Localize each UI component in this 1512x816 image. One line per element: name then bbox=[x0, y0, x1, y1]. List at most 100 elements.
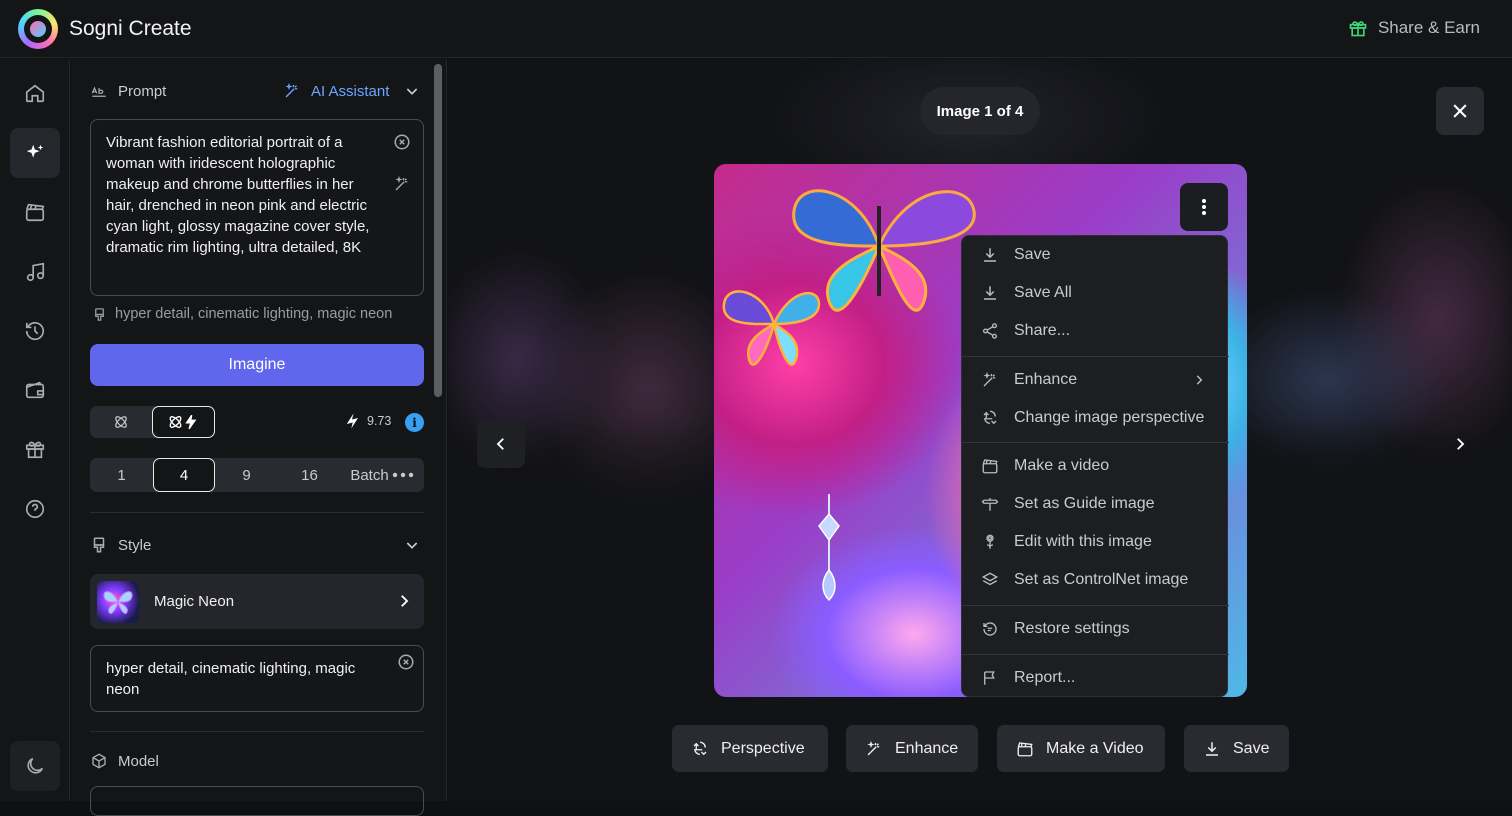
menu-item-label: Report... bbox=[1014, 669, 1076, 686]
history-nav[interactable] bbox=[10, 306, 60, 356]
make-video-label: Make a Video bbox=[1046, 739, 1144, 757]
moon-icon bbox=[27, 757, 44, 774]
text-ab-icon bbox=[91, 86, 106, 97]
prompt-label: Prompt bbox=[118, 82, 167, 100]
atom-bolt-icon bbox=[169, 414, 196, 430]
menu-item-make-video[interactable]: Make a video bbox=[962, 447, 1229, 485]
count-option-9[interactable]: 9 bbox=[215, 458, 278, 492]
ai-assistant-button[interactable]: AI Assistant bbox=[283, 82, 389, 100]
menu-divider bbox=[962, 605, 1229, 606]
butterfly-icon bbox=[103, 591, 133, 615]
chevron-down-icon[interactable] bbox=[404, 537, 420, 553]
menu-item-save-all[interactable]: Save All bbox=[962, 274, 1229, 312]
menu-item-restore[interactable]: Restore settings bbox=[962, 610, 1229, 648]
theme-toggle[interactable] bbox=[10, 741, 60, 791]
previous-image-button[interactable] bbox=[477, 420, 525, 468]
image-options-menu: Save Save All Share... Enhance Change im… bbox=[961, 235, 1229, 697]
home-icon bbox=[25, 84, 45, 103]
guide-icon bbox=[981, 498, 999, 511]
style-prompt-textarea[interactable]: hyper detail, cinematic lighting, magic … bbox=[90, 645, 424, 712]
style-thumbnail bbox=[97, 581, 139, 623]
image-options-button[interactable] bbox=[1180, 183, 1228, 231]
menu-divider bbox=[962, 442, 1229, 443]
menu-item-share[interactable]: Share... bbox=[962, 312, 1229, 350]
panel-scrollbar[interactable] bbox=[434, 64, 442, 397]
prompt-textarea[interactable]: Vibrant fashion editorial portrait of a … bbox=[90, 119, 424, 296]
perspective-button[interactable]: Perspective bbox=[672, 725, 828, 772]
style-selector[interactable]: Magic Neon bbox=[90, 574, 424, 629]
history-icon bbox=[25, 322, 45, 341]
count-option-16[interactable]: 16 bbox=[278, 458, 341, 492]
share-earn-button[interactable]: Share & Earn bbox=[1348, 18, 1480, 38]
clapper-icon bbox=[982, 459, 998, 474]
style-label: Style bbox=[118, 536, 152, 554]
menu-item-perspective[interactable]: Change image perspective bbox=[962, 399, 1229, 437]
style-hint-text: hyper detail, cinematic lighting, magic … bbox=[115, 306, 393, 322]
home-nav[interactable] bbox=[10, 68, 60, 118]
chevron-left-icon bbox=[496, 438, 504, 450]
section-divider bbox=[90, 731, 424, 732]
menu-item-label: Save All bbox=[1014, 284, 1072, 301]
save-button[interactable]: Save bbox=[1184, 725, 1289, 772]
magic-wand-icon[interactable] bbox=[393, 175, 411, 193]
next-image-button[interactable] bbox=[1436, 420, 1484, 468]
share-earn-label: Share & Earn bbox=[1377, 18, 1480, 37]
make-video-button[interactable]: Make a Video bbox=[997, 725, 1165, 772]
wallet-nav[interactable] bbox=[10, 365, 60, 415]
wallet-icon bbox=[25, 381, 45, 399]
mode-toggle bbox=[90, 406, 215, 438]
enhance-label: Enhance bbox=[895, 739, 959, 757]
count-option-1[interactable]: 1 bbox=[90, 458, 153, 492]
model-selector[interactable] bbox=[90, 786, 424, 816]
clear-icon[interactable] bbox=[397, 653, 415, 671]
cube-icon bbox=[92, 753, 106, 769]
menu-item-guide-image[interactable]: Set as Guide image bbox=[962, 485, 1229, 523]
menu-item-edit-image[interactable]: Edit with this image bbox=[962, 523, 1229, 561]
close-viewer-button[interactable] bbox=[1436, 87, 1484, 135]
count-option-batch[interactable]: Batch bbox=[341, 458, 424, 492]
style-name: Magic Neon bbox=[154, 593, 235, 610]
magic-wand-icon bbox=[867, 740, 880, 755]
download-icon bbox=[1206, 741, 1218, 756]
info-icon[interactable]: i bbox=[405, 413, 424, 432]
create-nav[interactable] bbox=[10, 128, 60, 178]
imagine-button[interactable]: Imagine bbox=[90, 344, 424, 386]
menu-item-report[interactable]: Report... bbox=[962, 659, 1229, 697]
perspective-label: Perspective bbox=[721, 739, 805, 757]
menu-item-enhance[interactable]: Enhance bbox=[962, 361, 1229, 399]
earring-graphic bbox=[818, 494, 840, 602]
perspective-icon bbox=[983, 410, 997, 425]
image-pager: Image 1 of 4 bbox=[920, 87, 1040, 135]
enhance-button[interactable]: Enhance bbox=[846, 725, 978, 772]
credit-cost: 9.73 bbox=[343, 412, 391, 430]
chevron-right-icon bbox=[1196, 375, 1203, 385]
magic-wand-icon bbox=[983, 371, 996, 387]
edit-flower-icon bbox=[986, 534, 994, 549]
menu-item-save[interactable]: Save bbox=[962, 236, 1229, 274]
image-count-selector: 1 4 9 16 Batch bbox=[90, 458, 424, 492]
gift-icon bbox=[1349, 21, 1367, 37]
chevron-down-icon[interactable] bbox=[404, 83, 420, 99]
rewards-nav[interactable] bbox=[10, 424, 60, 474]
chevron-right-icon bbox=[1457, 438, 1465, 450]
clear-icon[interactable] bbox=[393, 133, 411, 151]
menu-item-label: Enhance bbox=[1014, 371, 1078, 388]
music-note-icon bbox=[26, 262, 45, 282]
music-nav[interactable] bbox=[10, 247, 60, 297]
prompt-header: Prompt bbox=[90, 82, 166, 100]
video-nav[interactable] bbox=[10, 187, 60, 237]
clapper-icon bbox=[1017, 741, 1033, 756]
help-nav[interactable] bbox=[10, 484, 60, 534]
spark-icon bbox=[346, 413, 358, 429]
fast-mode-option[interactable] bbox=[152, 406, 215, 438]
save-label: Save bbox=[1233, 739, 1270, 757]
more-dots-icon bbox=[392, 472, 413, 478]
sogni-logo[interactable] bbox=[18, 9, 58, 49]
gift-icon bbox=[25, 441, 45, 459]
brush-icon bbox=[95, 307, 104, 321]
count-option-4[interactable]: 4 bbox=[153, 458, 215, 492]
sparkle-icon bbox=[26, 144, 44, 158]
menu-item-controlnet[interactable]: Set as ControlNet image bbox=[962, 561, 1229, 599]
chevron-right-icon bbox=[401, 595, 409, 607]
standard-mode-option[interactable] bbox=[90, 406, 152, 438]
